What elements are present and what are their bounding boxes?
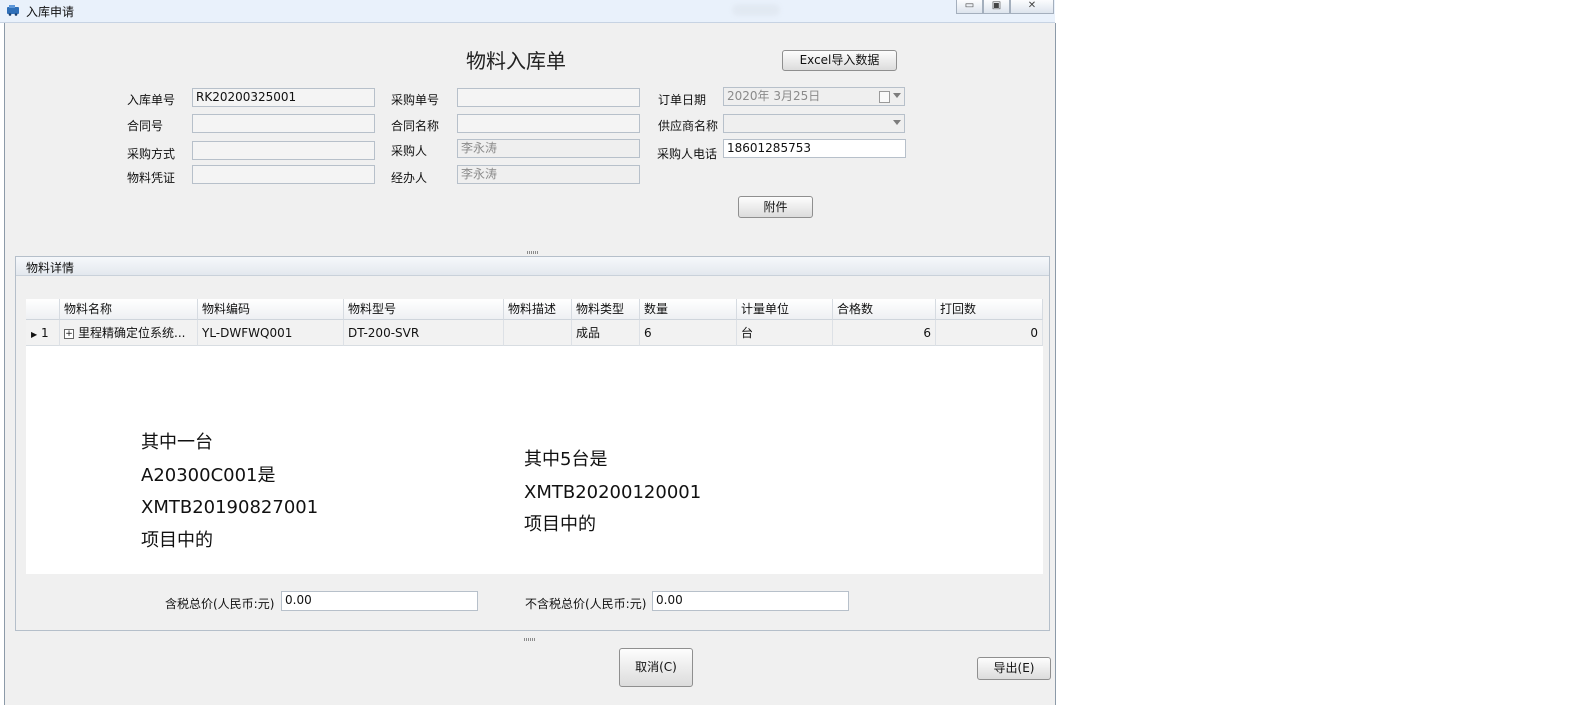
handler-label: 经办人 <box>391 171 428 185</box>
row-indicator: ▶ 1 <box>26 320 60 346</box>
column-header[interactable]: 数量 <box>640 299 737 320</box>
order-date-label: 订单日期 <box>658 93 707 107</box>
order-date-value: 2020年 3月25日 <box>727 89 821 103</box>
contract-no-field[interactable] <box>192 114 375 133</box>
note-line: XMTB20190827001 <box>141 497 319 518</box>
column-header[interactable]: 合格数 <box>833 299 936 320</box>
cancel-button[interactable]: 取消(C) <box>619 648 693 687</box>
material-voucher-label: 物料凭证 <box>127 171 176 185</box>
total-without-tax-field[interactable]: 0.00 <box>652 591 849 611</box>
purchase-no-field[interactable] <box>457 88 640 107</box>
material-details-header: 物料详情 <box>16 257 1049 276</box>
column-header[interactable]: 计量单位 <box>737 299 833 320</box>
purchaser-field[interactable]: 李永涛 <box>457 139 640 158</box>
cell-unit[interactable]: 台 <box>737 320 833 346</box>
order-date-picker[interactable]: 2020年 3月25日 <box>723 87 905 106</box>
column-header[interactable]: 物料类型 <box>572 299 640 320</box>
calendar-icon <box>879 91 890 103</box>
minimize-icon: ▭ <box>964 0 975 11</box>
maximize-icon: ▣ <box>991 0 1002 11</box>
supplier-name-label: 供应商名称 <box>658 119 719 133</box>
maximize-button[interactable]: ▣ <box>983 0 1010 14</box>
column-header[interactable]: 物料名称 <box>60 299 198 320</box>
application-window: 入库申请 ▭ ▣ ✕ 物料入库单 Excel导入数据 入库单号 RK202003… <box>0 0 1056 705</box>
note-line: 其中5台是 <box>524 449 608 470</box>
close-button[interactable]: ✕ <box>1010 0 1054 14</box>
note-line: 其中一台 <box>141 432 213 453</box>
material-name-text: 里程精确定位系统... <box>78 326 186 340</box>
cell-material-description[interactable] <box>504 320 572 346</box>
export-button[interactable]: 导出(E) <box>977 657 1051 680</box>
note-line: XMTB20200120001 <box>524 481 702 503</box>
supplier-name-combo[interactable] <box>723 114 905 133</box>
column-header[interactable]: 物料编码 <box>198 299 344 320</box>
expand-icon[interactable]: + <box>64 328 74 339</box>
annotation-right: 其中5台是 XMTB20200120001 项目中的 <box>524 444 701 542</box>
receipt-no-label: 入库单号 <box>127 93 176 107</box>
purchase-no-label: 采购单号 <box>391 93 440 107</box>
purchaser-label: 采购人 <box>391 144 428 158</box>
receipt-no-field[interactable]: RK20200325001 <box>192 88 375 107</box>
cell-material-type[interactable]: 成品 <box>572 320 640 346</box>
purchase-method-label: 采购方式 <box>127 147 176 161</box>
cell-material-model[interactable]: DT-200-SVR <box>344 320 504 346</box>
purchase-method-field[interactable] <box>192 141 375 160</box>
row-header-corner <box>26 299 60 320</box>
excel-import-button[interactable]: Excel导入数据 <box>782 50 897 71</box>
contract-no-label: 合同号 <box>127 119 164 133</box>
splitter-handle[interactable] <box>524 638 536 641</box>
attachment-button[interactable]: 附件 <box>738 196 813 218</box>
chevron-down-icon <box>893 120 901 125</box>
minimize-button[interactable]: ▭ <box>956 0 983 14</box>
annotation-left: 其中一台 A20300C001是 XMTB20190827001 项目中的 <box>141 427 318 557</box>
cell-material-code[interactable]: YL-DWFWQ001 <box>198 320 344 346</box>
material-voucher-field[interactable] <box>192 165 375 184</box>
column-header[interactable]: 物料描述 <box>504 299 572 320</box>
close-icon: ✕ <box>1027 0 1037 11</box>
contract-name-label: 合同名称 <box>391 119 440 133</box>
app-icon <box>7 5 19 16</box>
total-with-tax-field[interactable]: 0.00 <box>281 591 478 611</box>
window-title: 入库申请 <box>26 5 75 19</box>
current-row-icon: ▶ <box>31 330 38 339</box>
cell-quantity[interactable]: 6 <box>640 320 737 346</box>
contract-name-field[interactable] <box>457 114 640 133</box>
note-line: 项目中的 <box>524 514 596 535</box>
splitter-handle[interactable] <box>527 251 539 254</box>
purchaser-phone-field[interactable]: 18601285753 <box>723 139 906 158</box>
column-header[interactable]: 物料型号 <box>344 299 504 320</box>
title-bar: 入库申请 ▭ ▣ ✕ <box>0 0 1055 23</box>
note-line: A20300C001是 <box>141 464 276 486</box>
cell-material-name[interactable]: + 里程精确定位系统... <box>60 320 198 346</box>
handler-field[interactable]: 李永涛 <box>457 165 640 184</box>
note-line: 项目中的 <box>141 529 213 551</box>
material-details-title: 物料详情 <box>26 261 75 275</box>
form-title: 物料入库单 <box>466 49 566 73</box>
blurred-title-area <box>732 4 780 16</box>
total-without-tax-label: 不含税总价(人民币:元) <box>525 597 647 611</box>
total-with-tax-label: 含税总价(人民币:元) <box>165 597 275 611</box>
chevron-down-icon <box>893 93 901 98</box>
cell-qualified-count[interactable]: 6 <box>833 320 936 346</box>
purchaser-phone-label: 采购人电话 <box>657 147 718 161</box>
column-header[interactable]: 打回数 <box>936 299 1043 320</box>
cell-returned-count[interactable]: 0 <box>936 320 1043 346</box>
row-index: 1 <box>40 326 49 340</box>
